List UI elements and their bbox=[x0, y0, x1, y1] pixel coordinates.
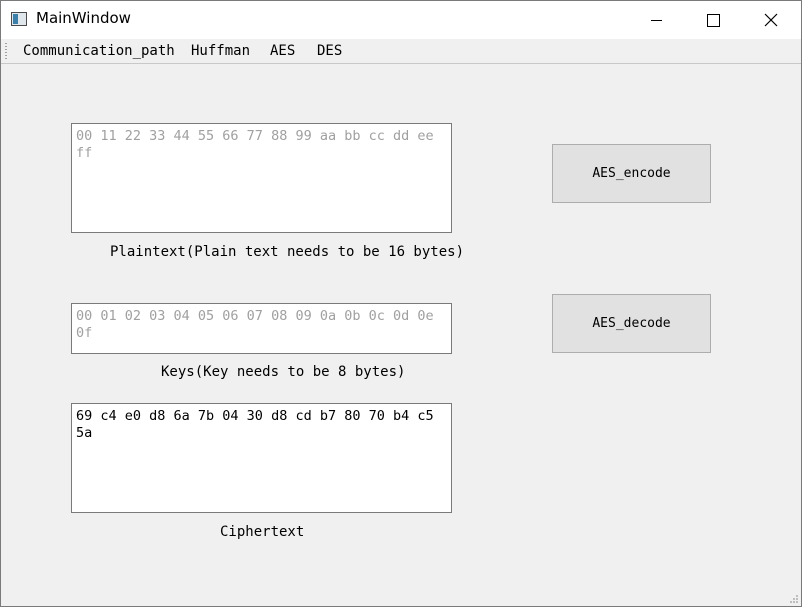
minimize-icon bbox=[651, 20, 662, 21]
ciphertext-output[interactable]: 69 c4 e0 d8 6a 7b 04 30 d8 cd b7 80 70 b… bbox=[71, 403, 452, 513]
close-icon bbox=[764, 13, 778, 27]
menu-grip-handle[interactable] bbox=[5, 43, 7, 59]
plaintext-input[interactable]: 00 11 22 33 44 55 66 77 88 99 aa bb cc d… bbox=[71, 123, 452, 233]
plaintext-label: Plaintext(Plain text needs to be 16 byte… bbox=[110, 244, 465, 260]
title-bar[interactable]: MainWindow bbox=[1, 1, 801, 39]
maximize-icon bbox=[706, 13, 720, 27]
menu-huffman[interactable]: Huffman bbox=[191, 43, 250, 59]
app-window-icon bbox=[11, 12, 27, 26]
aes-encode-button[interactable]: AES_encode bbox=[552, 144, 711, 203]
close-button[interactable] bbox=[742, 1, 800, 39]
menu-bar: Communication_path Huffman AES DES bbox=[1, 39, 801, 64]
keys-input[interactable]: 00 01 02 03 04 05 06 07 08 09 0a 0b 0c 0… bbox=[71, 303, 452, 354]
ciphertext-label: Ciphertext bbox=[220, 524, 305, 540]
resize-grip-icon[interactable] bbox=[789, 594, 799, 604]
aes-decode-button[interactable]: AES_decode bbox=[552, 294, 711, 353]
maximize-button[interactable] bbox=[684, 1, 742, 39]
menu-des[interactable]: DES bbox=[317, 43, 342, 59]
main-window: MainWindow Communication_path Huffman AE… bbox=[0, 0, 802, 607]
window-title: MainWindow bbox=[36, 9, 131, 27]
minimize-button[interactable] bbox=[628, 1, 686, 39]
keys-label: Keys(Key needs to be 8 bytes) bbox=[161, 364, 406, 380]
menu-communication-path[interactable]: Communication_path bbox=[23, 43, 175, 59]
menu-aes[interactable]: AES bbox=[270, 43, 295, 59]
